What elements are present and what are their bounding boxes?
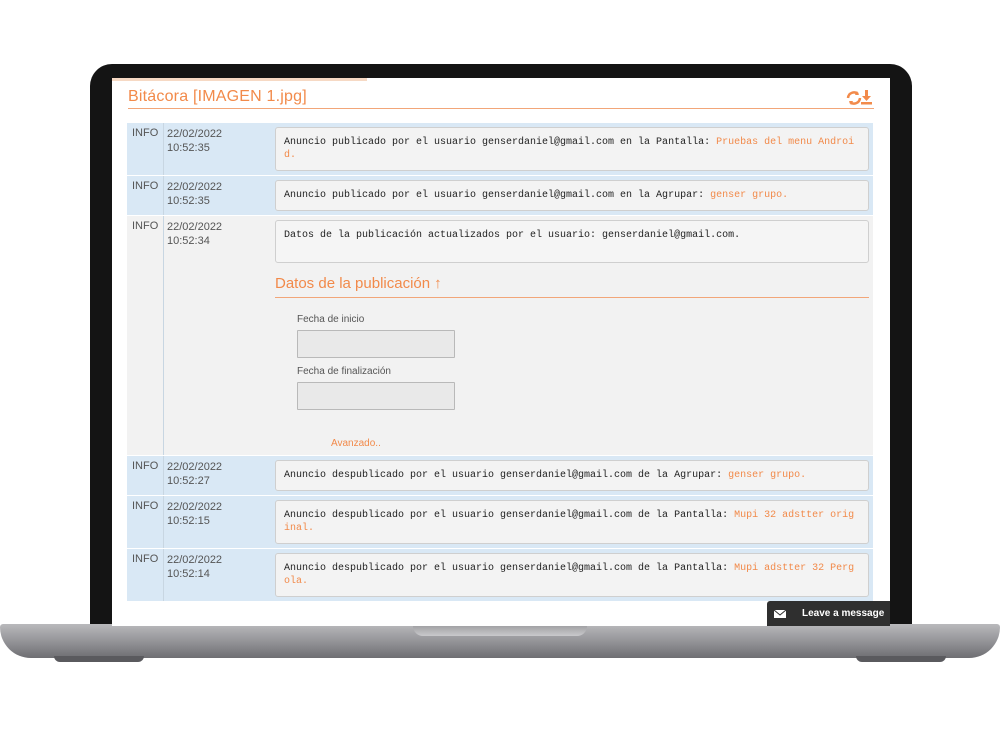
log-date: 22/02/2022 bbox=[167, 181, 223, 193]
end-date-input[interactable] bbox=[297, 382, 455, 410]
log-date: 22/02/2022 bbox=[167, 221, 223, 233]
log-message-text: Anuncio despublicado por el usuario gens… bbox=[284, 563, 735, 574]
log-message-text: Anuncio despublicado por el usuario gens… bbox=[284, 510, 735, 521]
log-time: 10:52:34 bbox=[167, 235, 210, 247]
log-time: 10:52:35 bbox=[167, 142, 210, 154]
log-date: 22/02/2022 bbox=[167, 554, 223, 566]
log-row: INFO 22/02/2022 10:52:27 Anuncio despubl… bbox=[127, 456, 873, 496]
log-time: 10:52:14 bbox=[167, 568, 210, 580]
arrow-up-icon: ↑ bbox=[434, 275, 442, 292]
details-section-label: Datos de la publicación bbox=[275, 275, 431, 292]
log-row: INFO 22/02/2022 10:52:14 Anuncio despubl… bbox=[127, 549, 873, 602]
details-form: Fecha de inicio Fecha de finalización Av… bbox=[275, 298, 869, 449]
log-message-text: Datos de la publicación actualizados por… bbox=[284, 230, 741, 241]
log-time: 10:52:35 bbox=[167, 195, 210, 207]
log-level: INFO bbox=[127, 456, 164, 495]
log-message: Anuncio publicado por el usuario genserd… bbox=[275, 180, 869, 211]
log-message: Datos de la publicación actualizados por… bbox=[275, 220, 869, 263]
start-date-label: Fecha de inicio bbox=[297, 314, 365, 325]
log-timestamp: 22/02/2022 10:52:14 bbox=[164, 549, 271, 601]
laptop-foot-left bbox=[54, 656, 144, 662]
top-accent-bar bbox=[112, 78, 367, 81]
log-timestamp: 22/02/2022 10:52:34 bbox=[164, 216, 271, 455]
log-message: Anuncio publicado por el usuario genserd… bbox=[275, 127, 869, 171]
log-time: 10:52:27 bbox=[167, 475, 210, 487]
log-level: INFO bbox=[127, 123, 164, 175]
envelope-icon bbox=[774, 609, 786, 618]
log-row: INFO 22/02/2022 10:52:35 Anuncio publica… bbox=[127, 123, 873, 176]
end-date-label: Fecha de finalización bbox=[297, 366, 391, 377]
log-message: Anuncio despublicado por el usuario gens… bbox=[275, 460, 869, 491]
screen: Bitácora [IMAGEN 1.jpg] INFO 22/02/2022 … bbox=[112, 78, 890, 626]
log-date: 22/02/2022 bbox=[167, 461, 223, 473]
log-level: INFO bbox=[127, 176, 164, 215]
log-row: INFO 22/02/2022 10:52:35 Anuncio publica… bbox=[127, 176, 873, 216]
advanced-link[interactable]: Avanzado.. bbox=[331, 438, 869, 449]
start-date-input[interactable] bbox=[297, 330, 455, 358]
log-level: INFO bbox=[127, 496, 164, 548]
log-date: 22/02/2022 bbox=[167, 128, 223, 140]
log-timestamp: 22/02/2022 10:52:35 bbox=[164, 123, 271, 175]
log-message-text: Anuncio publicado por el usuario genserd… bbox=[284, 190, 711, 201]
log-level: INFO bbox=[127, 549, 164, 601]
log-message-text: Anuncio publicado por el usuario genserd… bbox=[284, 137, 717, 148]
log-timestamp: 22/02/2022 10:52:35 bbox=[164, 176, 271, 215]
log-row: INFO 22/02/2022 10:52:15 Anuncio despubl… bbox=[127, 496, 873, 549]
log-level: INFO bbox=[127, 216, 164, 455]
log-message: Anuncio despublicado por el usuario gens… bbox=[275, 500, 869, 544]
log-message-target[interactable]: genser grupo. bbox=[728, 470, 806, 481]
log-date: 22/02/2022 bbox=[167, 501, 223, 513]
log-message-text: Anuncio despublicado por el usuario gens… bbox=[284, 470, 729, 481]
log-time: 10:52:15 bbox=[167, 515, 210, 527]
leave-message-widget[interactable]: Leave a message bbox=[767, 601, 890, 626]
log-message: Anuncio despublicado por el usuario gens… bbox=[275, 553, 869, 597]
page-header: Bitácora [IMAGEN 1.jpg] bbox=[128, 88, 874, 109]
details-section-title[interactable]: Datos de la publicación ↑ bbox=[275, 275, 869, 298]
log-timestamp: 22/02/2022 10:52:27 bbox=[164, 456, 271, 495]
page-title: Bitácora [IMAGEN 1.jpg] bbox=[128, 88, 307, 105]
log-row-expanded: INFO 22/02/2022 10:52:34 Datos de la pub… bbox=[127, 216, 873, 456]
laptop-foot-right bbox=[856, 656, 946, 662]
leave-message-label: Leave a message bbox=[802, 608, 885, 619]
refresh-download-icon[interactable] bbox=[844, 88, 874, 106]
log-timestamp: 22/02/2022 10:52:15 bbox=[164, 496, 271, 548]
log-message-target[interactable]: genser grupo. bbox=[710, 190, 788, 201]
log-table: INFO 22/02/2022 10:52:35 Anuncio publica… bbox=[127, 123, 873, 602]
